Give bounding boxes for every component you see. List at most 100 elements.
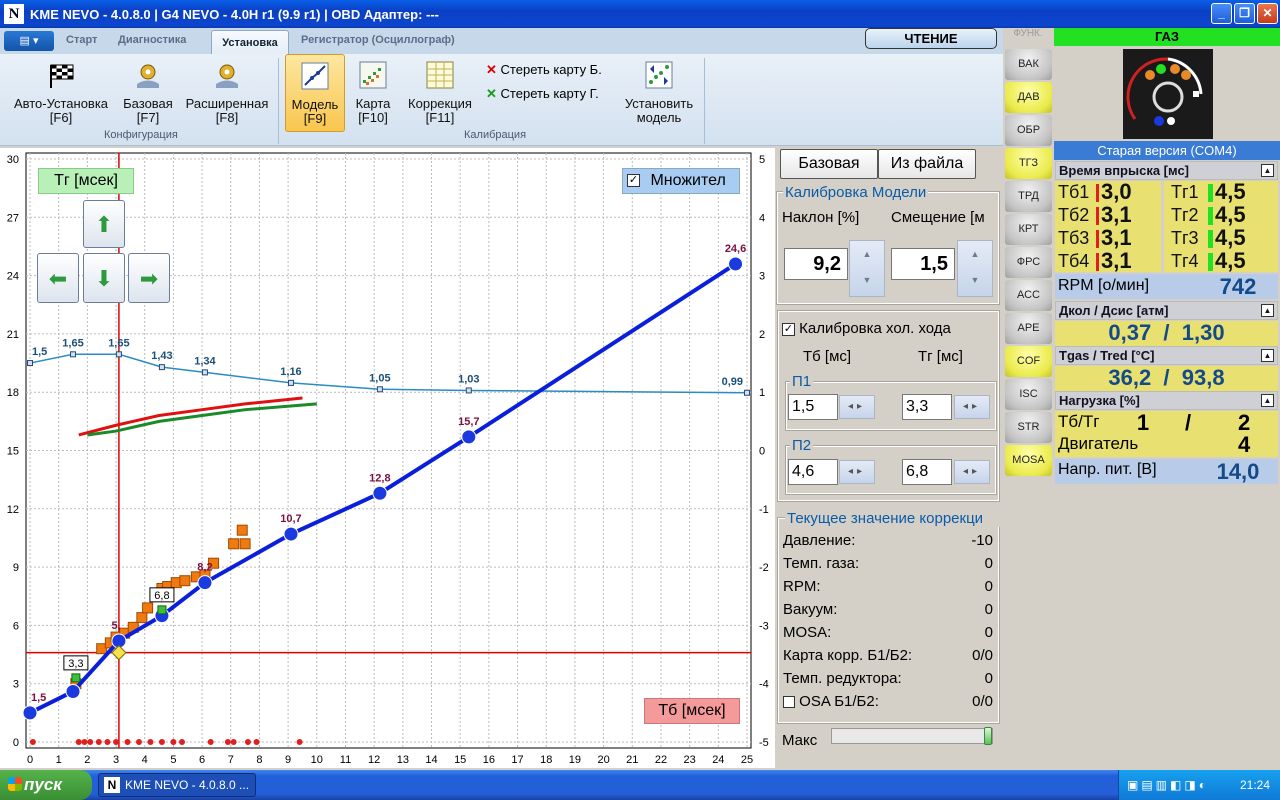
load-label: Тб/Тг [1058,412,1100,431]
temp-value: 36,2 / 93,8 [1108,365,1225,390]
from-file-button[interactable]: Из файла [878,149,976,179]
base-calib-button[interactable]: Базовая [780,149,878,179]
arrow-up-icon: ⬆ [94,212,114,237]
move-up-button[interactable]: ⬆ [83,200,125,248]
taskbar-app-item[interactable]: N KME NEVO - 4.0.8.0 ... [98,773,256,797]
tab-setup[interactable]: Установка [211,30,289,55]
y2-tick-label: 1 [759,387,765,399]
model-label: Модель [291,97,339,112]
tray-icons[interactable]: ▣▤▥◧◨◐ [1127,770,1209,800]
correction-button[interactable]: Коррекция [F11] [402,54,478,132]
max-slider-thumb[interactable] [984,727,992,745]
map-button[interactable]: Карта [F10] [350,54,396,132]
func-button-5[interactable]: КРТ [1005,214,1052,245]
x-tick-label: 2 [84,754,90,766]
idle-calib-toggle[interactable]: ✓ Калибровка хол. хода [782,320,951,337]
correction-value: 0 [984,578,993,595]
model-label: 10,7 [280,513,301,525]
p2-tg-spinner[interactable]: ◂▸ [954,460,990,484]
close-button[interactable]: ✕ [1257,3,1278,24]
x-tick-label: 22 [655,754,667,766]
func-button-9[interactable]: COF [1005,346,1052,377]
erase-map-b-button[interactable]: ✕ Стереть карту Б. [486,62,602,78]
erase-map-b-label: Стереть карту Б. [500,62,602,77]
load-a: 1 [1136,410,1150,435]
multiplier-label: 1,16 [280,366,301,378]
move-right-button[interactable]: ➡ [128,253,170,303]
maximize-button[interactable]: ❐ [1234,3,1255,24]
zero-point [87,739,94,745]
y2-tick-label: -4 [759,679,769,691]
orange-point [142,602,154,614]
p2-tg-input[interactable]: 6,8 [902,459,952,485]
p1-tg-spinner[interactable]: ◂▸ [954,395,990,419]
correction-value: 0/0 [972,693,993,710]
offset-input[interactable]: 1,5 [891,248,955,280]
collapse-icon[interactable]: ▲ [1261,349,1274,362]
x-tick-label: 10 [311,754,323,766]
func-button-10[interactable]: ISC [1005,379,1052,410]
correction-key: [F11] [425,110,455,125]
arrow-down-icon: ⬇ [94,266,114,291]
func-button-11[interactable]: STR [1005,412,1052,443]
x-tick-label: 7 [228,754,234,766]
p2-tb-input[interactable]: 4,6 [788,459,838,485]
func-button-6[interactable]: ФРС [1005,247,1052,278]
auto-setup-button[interactable]: Авто-Установка [F6] [6,54,116,132]
idle-calib-checkbox[interactable]: ✓ [782,322,795,336]
clock: 21:24 [1239,778,1270,792]
multiplier-checkbox[interactable]: ✓ [627,174,640,188]
gas-mode-badge: ГАЗ [1054,28,1280,46]
func-button-2[interactable]: ОБР [1005,115,1052,146]
y2-tick-label: -1 [759,504,769,516]
x-tick-label: 11 [340,754,351,766]
minimize-button[interactable]: _ [1211,3,1232,24]
orange-point [236,524,248,536]
tb-level-bar [1096,184,1099,202]
erase-map-g-button[interactable]: ✕ Стереть карту Г. [486,86,599,102]
multiplier-toggle[interactable]: ✓ Множител [622,168,740,194]
func-button-3[interactable]: ТГЗ [1005,148,1052,179]
move-left-button[interactable]: ⬅ [37,253,79,303]
func-button-12[interactable]: MOSA [1005,445,1052,476]
collapse-icon[interactable]: ▲ [1261,304,1274,317]
multiplier-label: 1,5 [32,346,47,358]
model-point [283,526,299,542]
func-button-4[interactable]: ТРД [1005,181,1052,212]
base-button[interactable]: Базовая [F7] [120,54,176,132]
slope-spinner[interactable]: ▲ ▼ [849,240,885,297]
group-calib-label: Калибрация [464,129,527,141]
zero-point [95,739,102,745]
func-button-7[interactable]: АСС [1005,280,1052,311]
read-button[interactable]: ЧТЕНИЕ [865,28,997,49]
move-down-button[interactable]: ⬇ [83,253,125,303]
set-model-button[interactable]: Установить модель [620,54,698,132]
p2-tb-spinner[interactable]: ◂▸ [839,460,875,484]
func-button-1[interactable]: ДАВ [1005,82,1052,113]
y-tick-label: 30 [7,154,19,166]
collapse-icon[interactable]: ▲ [1261,394,1274,407]
max-slider[interactable] [831,727,993,745]
slope-input[interactable]: 9,2 [784,248,848,280]
model-button[interactable]: Модель [F9] [285,54,345,132]
func-button-0[interactable]: ВАК [1005,49,1052,80]
app-menu-button[interactable]: ▤ ▾ [4,31,54,51]
osa-checkbox[interactable] [783,696,795,709]
zero-point [75,739,82,745]
model-calib-title: Калибровка Модели [783,184,929,201]
pressure-title: Дкол / Дсис [атм] [1059,303,1169,318]
collapse-icon[interactable]: ▲ [1261,164,1274,177]
func-button-8[interactable]: АРЕ [1005,313,1052,344]
p1-tg-input[interactable]: 3,3 [902,394,952,420]
tab-start[interactable]: Старт [66,34,97,46]
gas-gauge-icon [1126,57,1203,126]
p1-tb-spinner[interactable]: ◂▸ [839,395,875,419]
offset-spinner[interactable]: ▲ ▼ [957,240,993,297]
extended-button[interactable]: Расширенная [F8] [182,54,272,132]
p1-tb-input[interactable]: 1,5 [788,394,838,420]
tab-recorder[interactable]: Регистратор (Осциллограф) [301,34,455,46]
tab-diagnostics[interactable]: Диагностика [118,34,186,46]
tg-label: Тг3 [1171,228,1199,248]
chart-panel[interactable]: 0 1 2 3 4 5 6 7 8 9 10 11 12 13 14 15 16 17 18 19 20 21 22 23 24… [0,148,775,768]
osa-toggle[interactable]: OSA Б1/Б2: [783,693,879,710]
